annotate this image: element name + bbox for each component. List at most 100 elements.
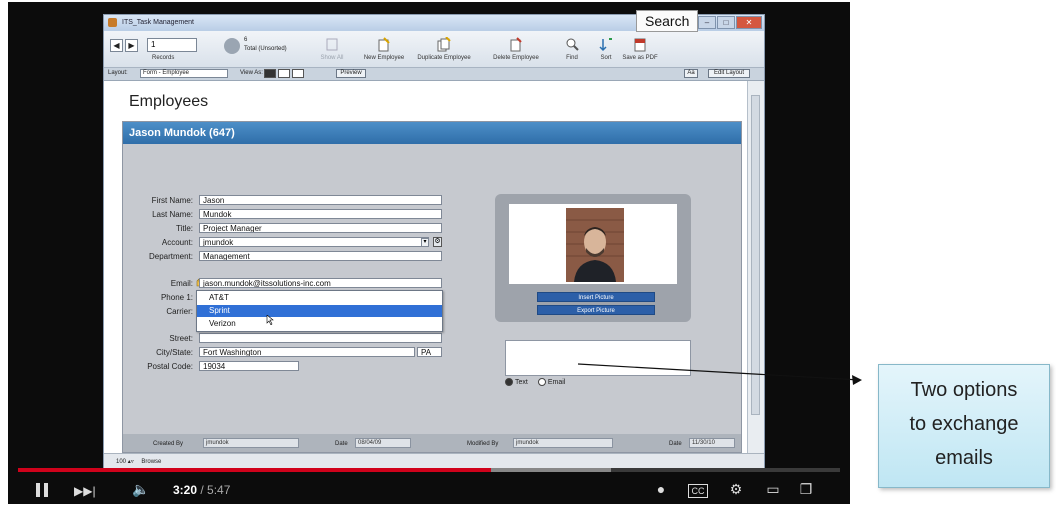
volume-icon[interactable]: 🔈	[132, 481, 149, 498]
fullscreen-icon[interactable]: ❐	[798, 481, 814, 497]
insert-picture-button[interactable]: Insert Picture	[537, 292, 655, 302]
duplicate-employee-button[interactable]: Duplicate Employee	[416, 37, 472, 61]
photo-container: Insert Picture Export Picture	[495, 194, 691, 322]
record-footer: Created By jmundok Date 08/04/09 Modifie…	[123, 434, 741, 452]
edit-layout-button[interactable]: Edit Layout	[708, 69, 750, 78]
carrier-option-sprint[interactable]: Sprint	[197, 305, 442, 317]
account-field[interactable]: jmundok	[199, 237, 429, 247]
department-label: Department:	[148, 252, 193, 261]
first-name-label: First Name:	[151, 196, 193, 205]
next-record-button[interactable]: ▶	[125, 39, 138, 52]
video-player[interactable]: Search ITS_Task Management – □ ✕ ◀ ▶ 1 R…	[8, 2, 850, 504]
duplicate-icon	[437, 37, 451, 52]
state-field[interactable]: PA	[417, 347, 442, 357]
employee-photo[interactable]	[566, 208, 624, 282]
department-field[interactable]: Management	[199, 251, 442, 261]
maximize-button[interactable]: □	[717, 16, 735, 29]
progress-buffered	[491, 468, 611, 472]
app-icon	[108, 18, 117, 27]
created-date-label: Date	[335, 441, 348, 447]
find-icon	[566, 38, 579, 51]
total-count: 6	[244, 37, 248, 43]
email-radio[interactable]	[537, 378, 546, 386]
account-label: Account:	[161, 238, 193, 247]
total-label: Total (Unsorted)	[244, 46, 287, 52]
record-number-input[interactable]: 1	[147, 38, 197, 52]
search-tab[interactable]: Search	[636, 10, 699, 32]
formatting-bar-button[interactable]: Aa	[684, 69, 698, 78]
created-by-label: Created By	[153, 441, 184, 447]
vertical-scrollbar[interactable]	[747, 81, 764, 453]
zoom-icon[interactable]: ▴▿	[128, 459, 134, 465]
text-radio[interactable]	[505, 378, 513, 386]
first-name-field[interactable]: Jason	[199, 195, 442, 205]
new-employee-button[interactable]: New Employee	[356, 37, 412, 61]
save-as-pdf-button[interactable]: Save as PDF	[612, 37, 668, 61]
export-picture-button[interactable]: Export Picture	[537, 305, 655, 315]
list-view-button[interactable]	[278, 69, 290, 78]
records-label: Records	[152, 55, 175, 61]
mode-label[interactable]: Browse	[141, 459, 161, 465]
player-controls: ▶▶| 🔈 3:20 / 5:47 ● CC ⚙ ▭ ❐	[8, 474, 850, 504]
layout-label: Layout:	[108, 70, 128, 76]
carrier-dropdown[interactable]: AT&T Sprint Verizon	[196, 290, 443, 332]
phone-label: Phone 1:	[160, 293, 193, 302]
minimize-button[interactable]: –	[698, 16, 716, 29]
modified-date-field: 11/30/10	[689, 438, 735, 448]
pause-button[interactable]	[36, 483, 50, 497]
close-button[interactable]: ✕	[736, 16, 762, 29]
street-field[interactable]	[199, 333, 442, 343]
city-field[interactable]: Fort Washington	[199, 347, 415, 357]
record-header: Jason Mundok (647)	[123, 122, 741, 144]
callout-line-3: emails	[935, 447, 993, 469]
carrier-option-verizon[interactable]: Verizon	[197, 318, 442, 330]
email-option[interactable]: Email	[537, 378, 565, 386]
title-label: Title:	[175, 224, 193, 233]
video-progress-bar[interactable]	[18, 468, 840, 472]
view-as-toggle	[264, 69, 304, 78]
preview-button[interactable]: Preview	[336, 69, 366, 78]
table-view-button[interactable]	[292, 69, 304, 78]
layout-select[interactable]: Form - Employee	[140, 69, 228, 78]
prev-record-button[interactable]: ◀	[110, 39, 123, 52]
page-title: Employees	[129, 93, 209, 110]
scrollbar-thumb[interactable]	[751, 95, 760, 415]
show-all-button[interactable]: Show All	[304, 37, 360, 61]
info-icon[interactable]: ●	[653, 481, 669, 497]
delete-employee-button[interactable]: Delete Employee	[488, 37, 544, 61]
content-area: Employees Jason Mundok (647) First Name:…	[104, 81, 747, 453]
employee-photo-image	[566, 208, 624, 282]
new-record-icon	[378, 37, 390, 52]
carrier-label: Carrier:	[166, 307, 193, 316]
message-box[interactable]	[505, 340, 691, 376]
next-button[interactable]: ▶▶|	[74, 484, 96, 498]
form-view-button[interactable]	[264, 69, 276, 78]
view-as-label: View As:	[240, 70, 263, 76]
modified-date-label: Date	[669, 441, 682, 447]
time-display: 3:20 / 5:47	[173, 483, 230, 497]
account-dropdown-icon[interactable]: ▾	[421, 238, 429, 247]
title-field[interactable]: Project Manager	[199, 223, 442, 233]
postal-code-field[interactable]: 19034	[199, 361, 299, 371]
last-name-field[interactable]: Mundok	[199, 209, 442, 219]
theater-mode-icon[interactable]: ▭	[765, 481, 781, 497]
street-label: Street:	[169, 334, 193, 343]
modified-by-field: jmundok	[513, 438, 613, 448]
captions-icon[interactable]: CC	[688, 484, 708, 498]
show-all-icon	[326, 38, 338, 51]
duration: / 5:47	[200, 483, 231, 497]
employee-panel: Jason Mundok (647) First Name: Jason Las…	[122, 121, 742, 453]
zoom-level[interactable]: 100	[116, 459, 126, 465]
callout-line-2: to exchange	[909, 413, 1019, 435]
postal-code-label: Postal Code:	[147, 362, 193, 371]
layout-bar: Layout: Form - Employee View As: Preview…	[104, 68, 764, 81]
email-field[interactable]: jason.mundok@itssolutions-inc.com	[199, 278, 442, 288]
email-label: Email:	[170, 279, 193, 288]
current-time: 3:20	[173, 483, 198, 497]
text-option[interactable]: Text	[505, 378, 528, 386]
annotation-callout: Two options to exchange emails	[878, 364, 1050, 488]
toolbar: ◀ ▶ 1 Records 6 Total (Unsorted) Show Al…	[104, 31, 764, 68]
settings-gear-icon[interactable]: ⚙	[728, 481, 744, 497]
gear-icon[interactable]: ⚙	[433, 237, 442, 247]
carrier-option-att[interactable]: AT&T	[197, 292, 442, 304]
